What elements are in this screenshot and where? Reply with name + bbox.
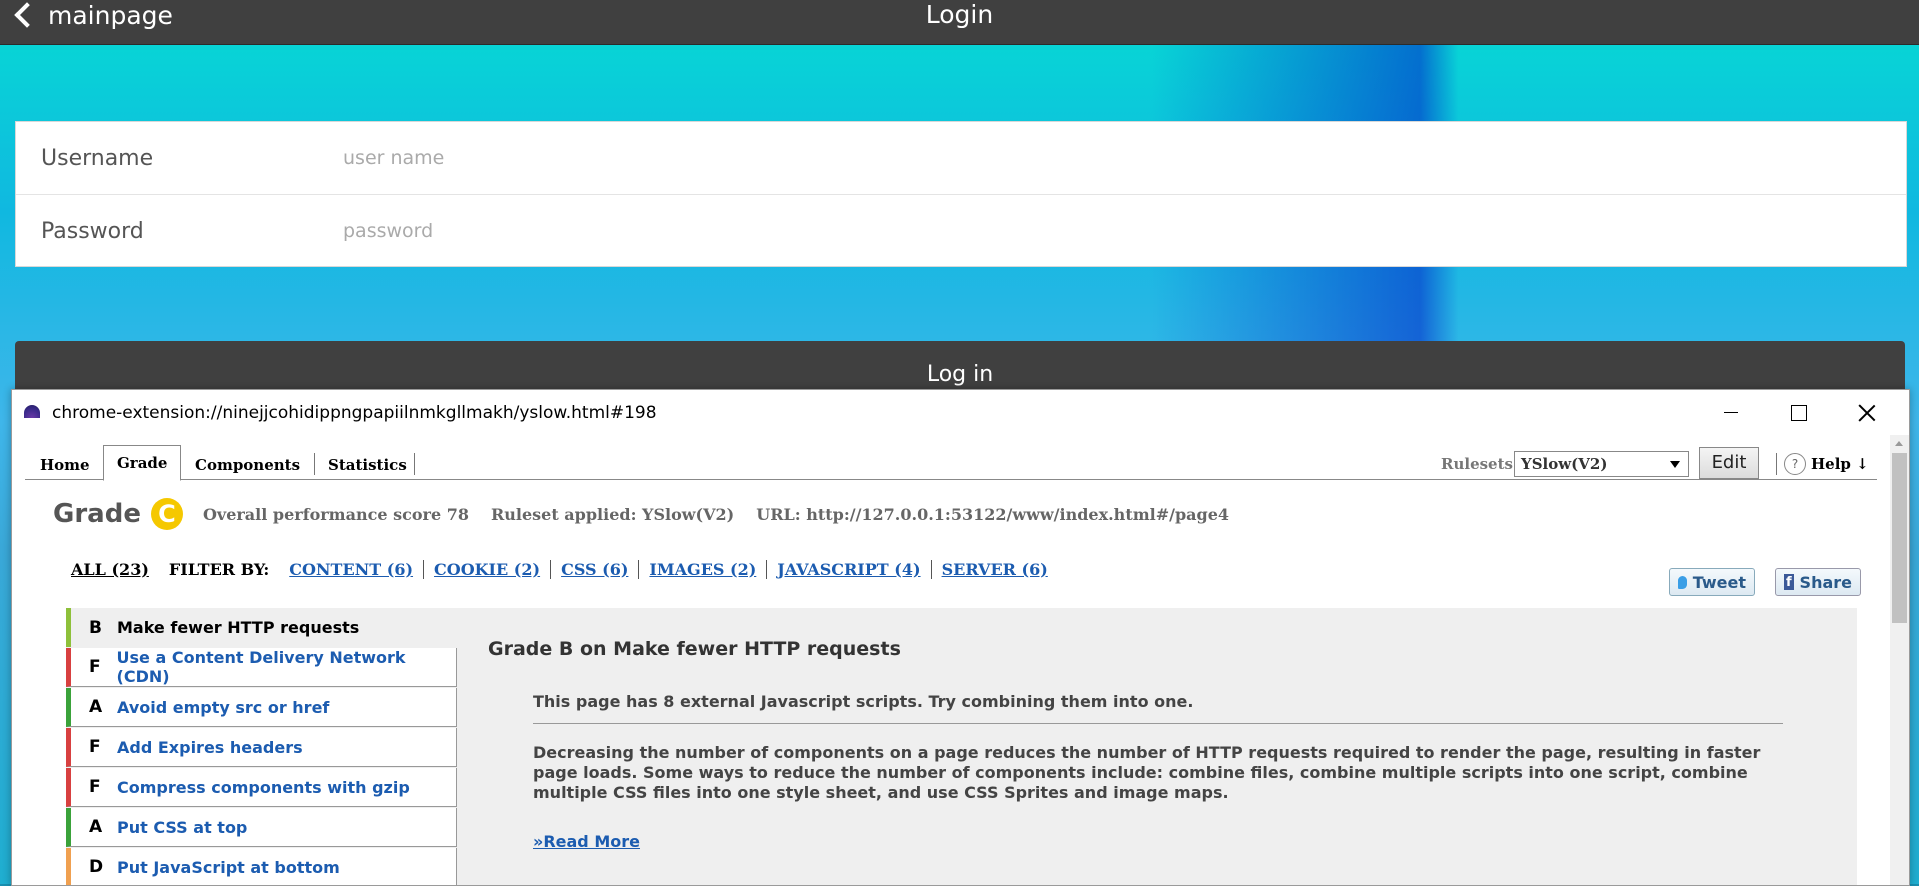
tab-separator: [414, 453, 415, 475]
tab-bar: Home Grade Components Statistics Ruleset…: [25, 445, 1877, 481]
rule-grade: D: [89, 857, 104, 877]
page-title: Login: [925, 0, 994, 29]
filter-all[interactable]: ALL (23): [71, 560, 149, 579]
close-icon: [1858, 404, 1876, 422]
filter-bar: ALL (23) FILTER BY: CONTENT (6) COOKIE (…: [71, 558, 1058, 580]
filter-server[interactable]: SERVER (6): [930, 559, 1058, 579]
grade-title: Grade: [53, 499, 141, 529]
tab-components[interactable]: Components: [182, 451, 313, 479]
rule-name: Avoid empty src or href: [117, 697, 330, 717]
filter-css[interactable]: CSS (6): [550, 559, 638, 579]
rule-name: Use a Content Delivery Network (CDN): [116, 648, 406, 686]
tab-statistics[interactable]: Statistics: [315, 451, 420, 479]
rule-item[interactable]: F Use a Content Delivery Network (CDN): [66, 648, 457, 687]
rulesets-label: Rulesets: [1441, 455, 1513, 473]
password-input[interactable]: [341, 219, 1545, 243]
tab-grade[interactable]: Grade: [103, 445, 182, 481]
window-titlebar[interactable]: chrome-extension://ninejjcohidippngpapii…: [12, 390, 1909, 435]
password-row: Password: [16, 195, 1906, 267]
filter-by-label: FILTER BY:: [168, 559, 270, 579]
twitter-icon: [1678, 575, 1687, 589]
detail-description: Decreasing the number of components on a…: [533, 743, 1761, 802]
grade-badge: C: [150, 498, 183, 530]
rule-grade: F: [89, 777, 101, 797]
scroll-thumb[interactable]: [1892, 453, 1907, 623]
share-label: Share: [1799, 572, 1852, 592]
rule-item[interactable]: F Add Expires headers: [66, 728, 457, 767]
tweet-label: Tweet: [1692, 572, 1746, 592]
rule-name: Put CSS at top: [117, 817, 248, 837]
rule-name: Add Expires headers: [117, 737, 303, 757]
rule-name: Compress components with gzip: [117, 777, 410, 797]
rule-item[interactable]: A Avoid empty src or href: [66, 688, 457, 727]
edit-button[interactable]: Edit: [1699, 447, 1759, 479]
maximize-button[interactable]: [1765, 390, 1833, 435]
rule-list: B Make fewer HTTP requests F Use a Conte…: [66, 608, 457, 885]
rule-item[interactable]: D Put JavaScript at bottom: [66, 848, 457, 885]
tweet-button[interactable]: Tweet: [1669, 568, 1755, 596]
login-form: Username Password: [15, 121, 1907, 267]
dropdown-arrow-icon: [1670, 461, 1680, 468]
ruleset-selected-value: YSlow(V2): [1521, 455, 1608, 473]
rule-grade: A: [89, 817, 103, 837]
maximize-icon: [1791, 404, 1807, 421]
help-icon[interactable]: ?: [1784, 453, 1806, 475]
filter-cookie[interactable]: COOKIE (2): [423, 559, 550, 579]
analyzed-url: URL: http://127.0.0.1:53122/www/index.ht…: [756, 504, 1230, 524]
minimize-icon: [1724, 412, 1738, 413]
overall-score: Overall performance score 78: [202, 504, 469, 524]
tab-home[interactable]: Home: [27, 451, 103, 479]
scroll-up-arrow-icon[interactable]: [1890, 435, 1909, 451]
yslow-favicon-icon: [24, 405, 40, 418]
read-more-link[interactable]: »Read More: [533, 832, 640, 851]
rule-grade: F: [89, 737, 101, 757]
username-label: Username: [41, 145, 154, 171]
rule-grade: B: [89, 617, 102, 638]
detail-summary: This page has 8 external Javascript scri…: [533, 692, 1783, 724]
facebook-icon: f: [1784, 574, 1794, 590]
yslow-content: Home Grade Components Statistics Ruleset…: [25, 435, 1877, 885]
rule-grade: A: [89, 697, 103, 717]
app-header: mainpage Login: [0, 0, 1919, 45]
rule-item[interactable]: B Make fewer HTTP requests: [66, 608, 457, 647]
minimize-button[interactable]: [1697, 390, 1765, 435]
rule-name: Make fewer HTTP requests: [117, 618, 360, 637]
filter-javascript[interactable]: JAVASCRIPT (4): [766, 559, 930, 579]
username-row: Username: [16, 122, 1906, 195]
close-button[interactable]: [1833, 390, 1901, 435]
ruleset-select[interactable]: YSlow(V2): [1514, 451, 1689, 477]
filter-content[interactable]: CONTENT (6): [289, 560, 423, 579]
rule-name: Put JavaScript at bottom: [117, 857, 340, 877]
window-url: chrome-extension://ninejjcohidippngpapii…: [52, 403, 657, 423]
rule-grade: F: [89, 657, 101, 677]
results-area: B Make fewer HTTP requests F Use a Conte…: [66, 608, 1857, 885]
username-input[interactable]: [341, 146, 1545, 170]
detail-title: Grade B on Make fewer HTTP requests: [488, 638, 901, 660]
filter-images[interactable]: IMAGES (2): [638, 559, 766, 579]
rule-item[interactable]: F Compress components with gzip: [66, 768, 457, 807]
vertical-scrollbar[interactable]: [1890, 435, 1909, 885]
share-button[interactable]: f Share: [1775, 568, 1861, 596]
grade-summary: Grade C Overall performance score 78 Rul…: [53, 495, 1251, 533]
ruleset-applied: Ruleset applied: YSlow(V2): [490, 504, 735, 524]
help-link[interactable]: Help ↓: [1811, 452, 1869, 476]
yslow-window: chrome-extension://ninejjcohidippngpapii…: [11, 389, 1910, 886]
password-label: Password: [41, 218, 144, 244]
help-separator: [1776, 453, 1777, 475]
rule-item[interactable]: A Put CSS at top: [66, 808, 457, 847]
